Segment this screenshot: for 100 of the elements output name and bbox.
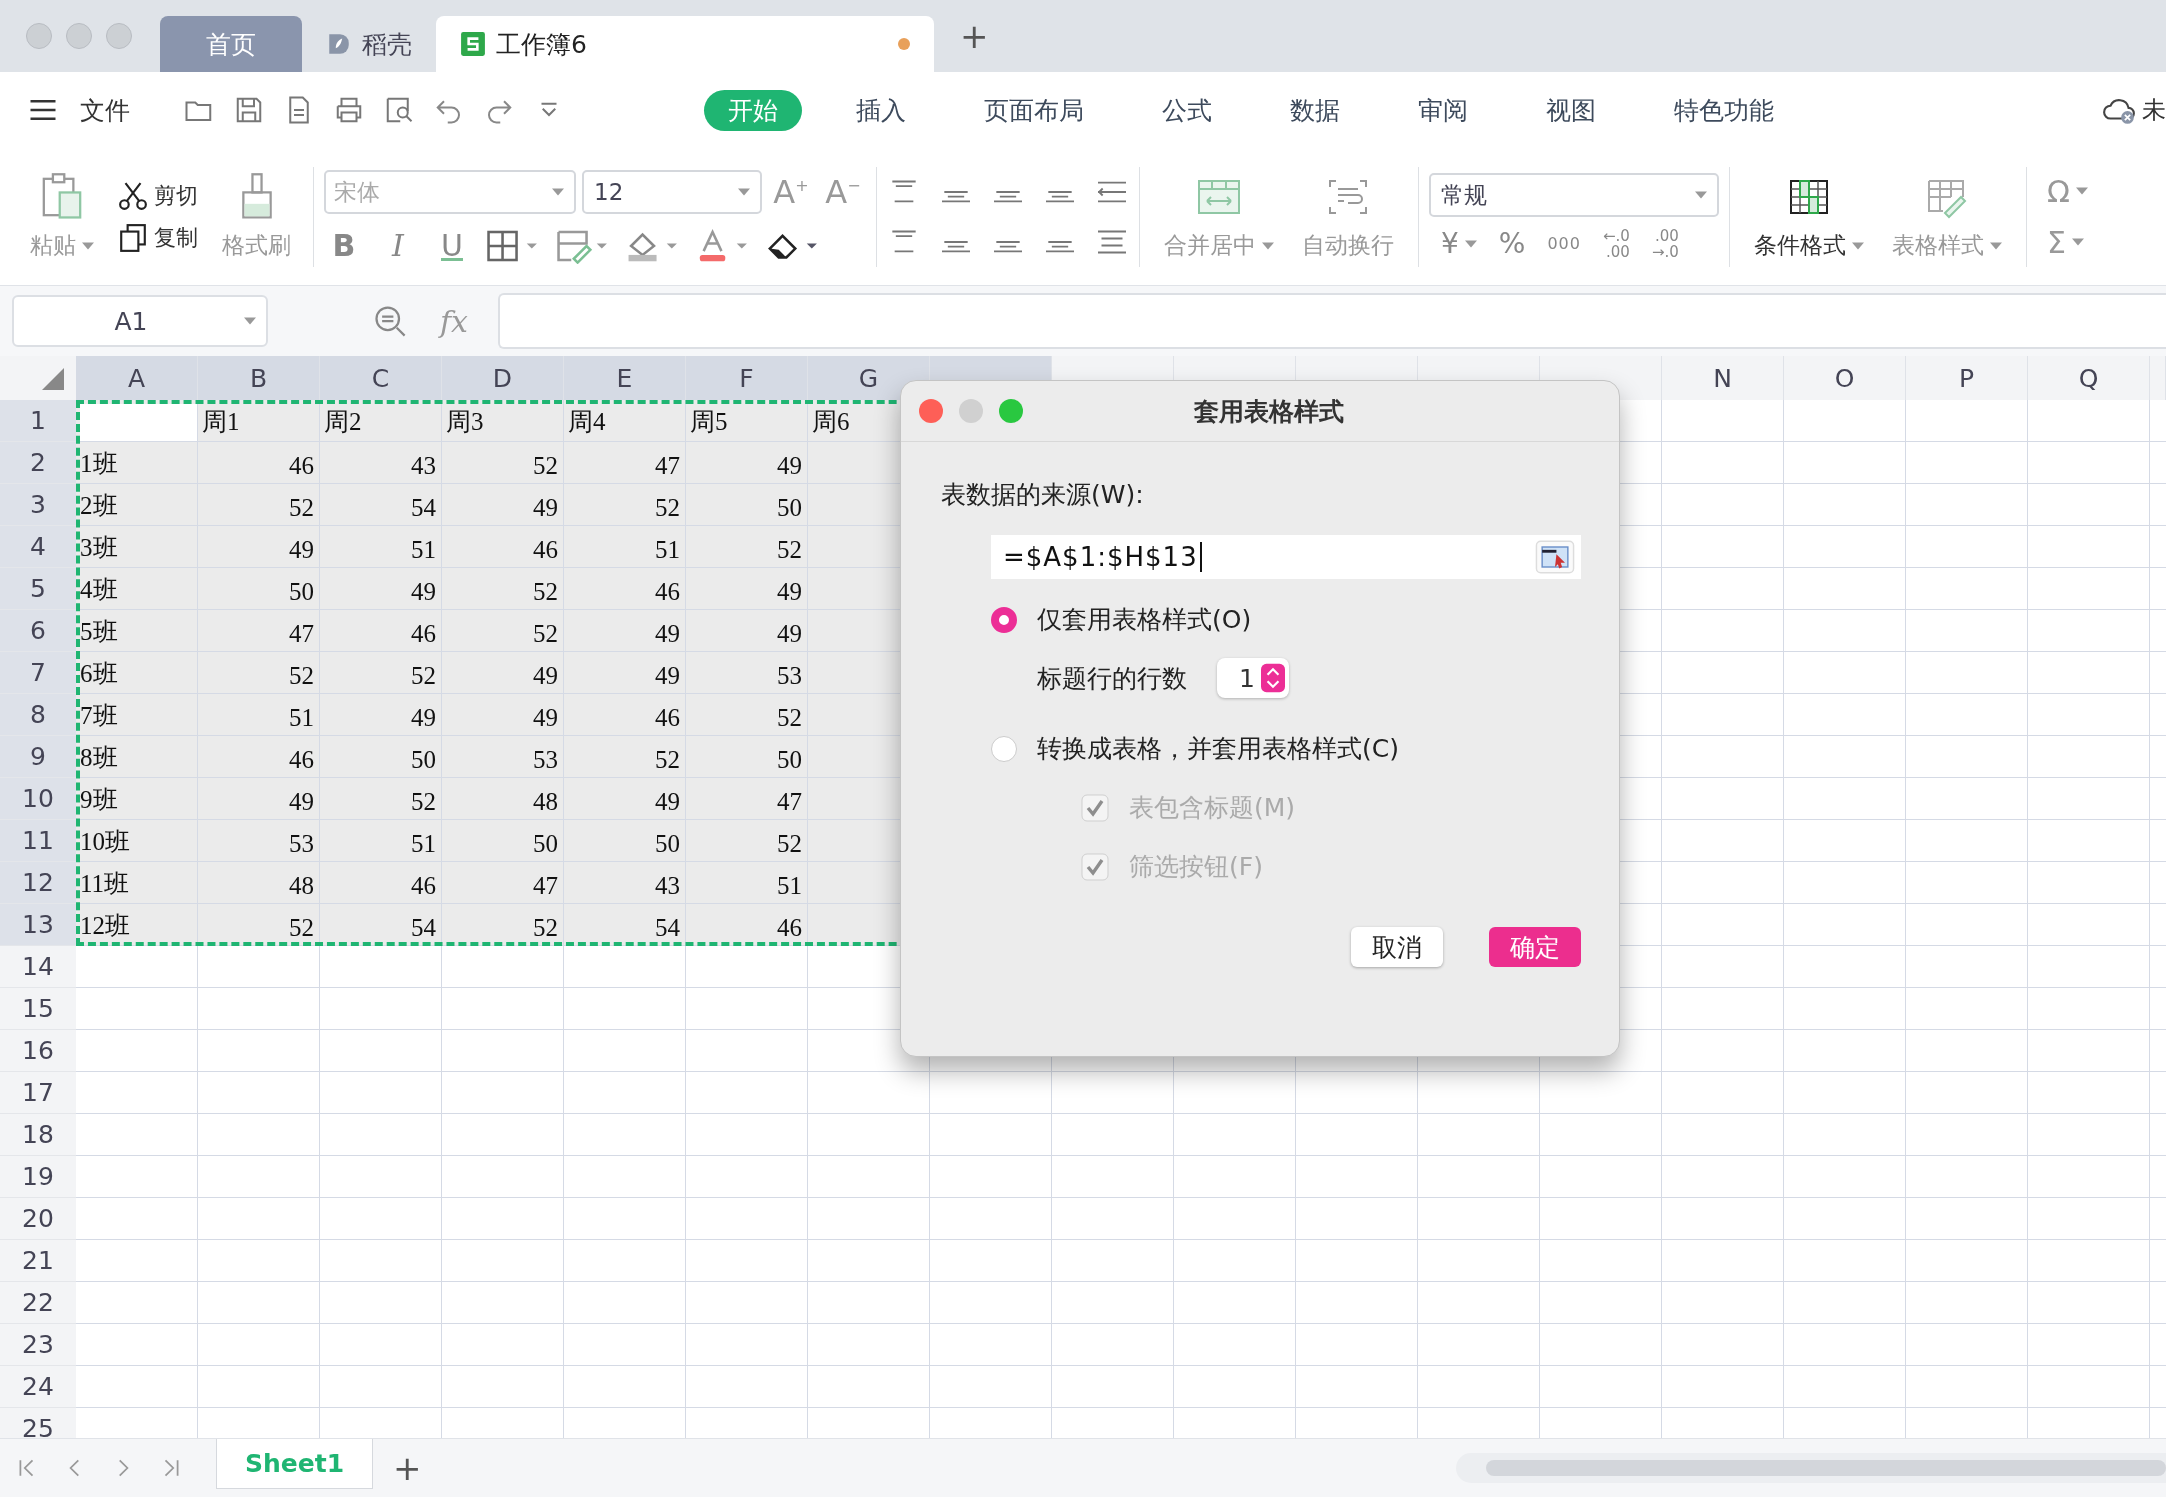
ribbon-tab[interactable]: 插入 xyxy=(832,89,930,131)
table-cell-text: 6班 xyxy=(79,659,119,689)
option-label[interactable]: 转换成表格，并套用表格样式(C) xyxy=(1037,732,1399,765)
ribbon-tab[interactable]: 数据 xyxy=(1266,89,1364,131)
ribbon-tab[interactable]: 特色功能 xyxy=(1650,89,1798,131)
column-header[interactable]: A xyxy=(76,356,198,400)
new-tab-button[interactable]: + xyxy=(960,16,989,56)
add-sheet-button[interactable]: + xyxy=(393,1448,422,1488)
table-cell-text: 周6 xyxy=(811,407,851,437)
row-header[interactable]: 18 xyxy=(0,1114,76,1156)
conditional-format-button[interactable]: 条件格式 xyxy=(1740,172,1878,261)
table-cell-text: 46 xyxy=(776,913,803,943)
file-menu[interactable]: 文件 xyxy=(80,93,130,127)
row-header[interactable]: 3 xyxy=(0,484,76,526)
cut-button[interactable]: 剪切 xyxy=(118,180,198,211)
font-size-field[interactable]: 12 xyxy=(582,169,762,214)
cloud-status-text[interactable]: 未 xyxy=(2142,94,2166,126)
row-header[interactable]: 22 xyxy=(0,1282,76,1324)
percent-button[interactable]: % xyxy=(1498,227,1526,260)
table-cell-text: 52 xyxy=(532,451,559,481)
table-cell-text: 47 xyxy=(776,787,803,817)
table-cell-text: 50 xyxy=(288,577,315,607)
column-header[interactable]: E xyxy=(564,356,686,400)
row-header[interactable]: 9 xyxy=(0,736,76,778)
table-cell-text: 46 xyxy=(288,745,315,775)
row-header[interactable]: 4 xyxy=(0,526,76,568)
number-format-field[interactable]: 常规 xyxy=(1429,173,1719,217)
document-tab[interactable]: 稻壳 xyxy=(302,16,436,72)
bold-button[interactable]: B xyxy=(324,228,364,263)
document-tab[interactable]: 工作簿6 xyxy=(436,16,934,72)
ribbon-tab[interactable]: 页面布局 xyxy=(960,89,1108,131)
ribbon-tab[interactable]: 审阅 xyxy=(1394,89,1492,131)
column-header[interactable]: C xyxy=(320,356,442,400)
column-header[interactable]: P xyxy=(1906,356,2028,400)
ribbon-tab[interactable]: 视图 xyxy=(1522,89,1620,131)
dialog-title: 套用表格样式 xyxy=(1193,395,1345,428)
decrease-decimal-button[interactable]: .00 →.0 xyxy=(1651,227,1679,260)
column-header[interactable]: O xyxy=(1784,356,1906,400)
confirm-button[interactable]: 确定 xyxy=(1489,927,1581,967)
row-header[interactable]: 21 xyxy=(0,1240,76,1282)
row-header[interactable]: 23 xyxy=(0,1324,76,1366)
range-input-field[interactable]: =$A$1:$H$13 xyxy=(991,535,1581,579)
table-cell-text: 5班 xyxy=(79,617,119,647)
currency-button[interactable]: ¥ xyxy=(1441,227,1477,260)
row-header[interactable]: 17 xyxy=(0,1072,76,1114)
table-cell-text: 50 xyxy=(776,493,803,523)
header-rows-stepper[interactable]: 1 xyxy=(1217,658,1289,698)
row-header[interactable]: 25 xyxy=(0,1408,76,1438)
table-cell-text: 51 xyxy=(410,535,437,565)
row-header[interactable]: 24 xyxy=(0,1366,76,1408)
option-label[interactable]: 仅套用表格样式(O) xyxy=(1037,603,1252,636)
table-cell-text: 47 xyxy=(532,871,559,901)
table-cell-text: 46 xyxy=(654,703,681,733)
column-header[interactable]: D xyxy=(442,356,564,400)
table-cell-text: 7班 xyxy=(79,701,119,731)
italic-button[interactable]: I xyxy=(378,228,418,263)
column-header[interactable]: G xyxy=(808,356,930,400)
row-header[interactable]: 5 xyxy=(0,568,76,610)
table-cell-text: 4班 xyxy=(79,575,119,605)
copy-button[interactable]: 复制 xyxy=(118,222,198,253)
row-header[interactable]: 13 xyxy=(0,904,76,946)
column-header[interactable]: Q xyxy=(2028,356,2150,400)
row-header[interactable]: 7 xyxy=(0,652,76,694)
row-header[interactable]: 19 xyxy=(0,1156,76,1198)
table-cell-text: 54 xyxy=(410,493,437,523)
row-header[interactable]: 1 xyxy=(0,400,76,442)
cancel-button[interactable]: 取消 xyxy=(1351,927,1443,967)
row-header[interactable]: 2 xyxy=(0,442,76,484)
table-cell-text: 49 xyxy=(532,493,559,523)
table-cell-text: 51 xyxy=(288,703,315,733)
table-cell-text: 52 xyxy=(776,829,803,859)
table-cell-text: 2班 xyxy=(79,491,119,521)
table-cell-text: 50 xyxy=(532,829,559,859)
column-header[interactable]: F xyxy=(686,356,808,400)
row-header[interactable]: 8 xyxy=(0,694,76,736)
row-header[interactable]: 12 xyxy=(0,862,76,904)
row-header[interactable]: 11 xyxy=(0,820,76,862)
underline-button[interactable]: U xyxy=(432,228,472,263)
increase-decimal-button[interactable]: ←.0 .00 xyxy=(1603,227,1630,260)
table-cell-text: 51 xyxy=(654,535,681,565)
table-cell-text: 1班 xyxy=(79,449,119,479)
column-header[interactable]: B xyxy=(198,356,320,400)
ribbon-tab[interactable]: 公式 xyxy=(1138,89,1236,131)
row-header[interactable]: 16 xyxy=(0,1030,76,1072)
font-name-field[interactable]: 宋体 xyxy=(324,169,576,214)
table-cell-text: 50 xyxy=(776,745,803,775)
thousands-separator-button[interactable]: 000 xyxy=(1547,234,1581,253)
table-cell-text: 12班 xyxy=(79,911,131,941)
row-header[interactable]: 6 xyxy=(0,610,76,652)
row-header[interactable]: 20 xyxy=(0,1198,76,1240)
table-cell-text: 49 xyxy=(532,661,559,691)
table-cell-text: 48 xyxy=(532,787,559,817)
table-cell-text: 49 xyxy=(288,787,315,817)
row-header[interactable]: 14 xyxy=(0,946,76,988)
row-header[interactable]: 10 xyxy=(0,778,76,820)
column-header[interactable]: N xyxy=(1662,356,1784,400)
table-cell-text: 50 xyxy=(410,745,437,775)
name-box[interactable]: A1 xyxy=(12,295,268,347)
table-cell-text: 49 xyxy=(532,703,559,733)
row-header[interactable]: 15 xyxy=(0,988,76,1030)
